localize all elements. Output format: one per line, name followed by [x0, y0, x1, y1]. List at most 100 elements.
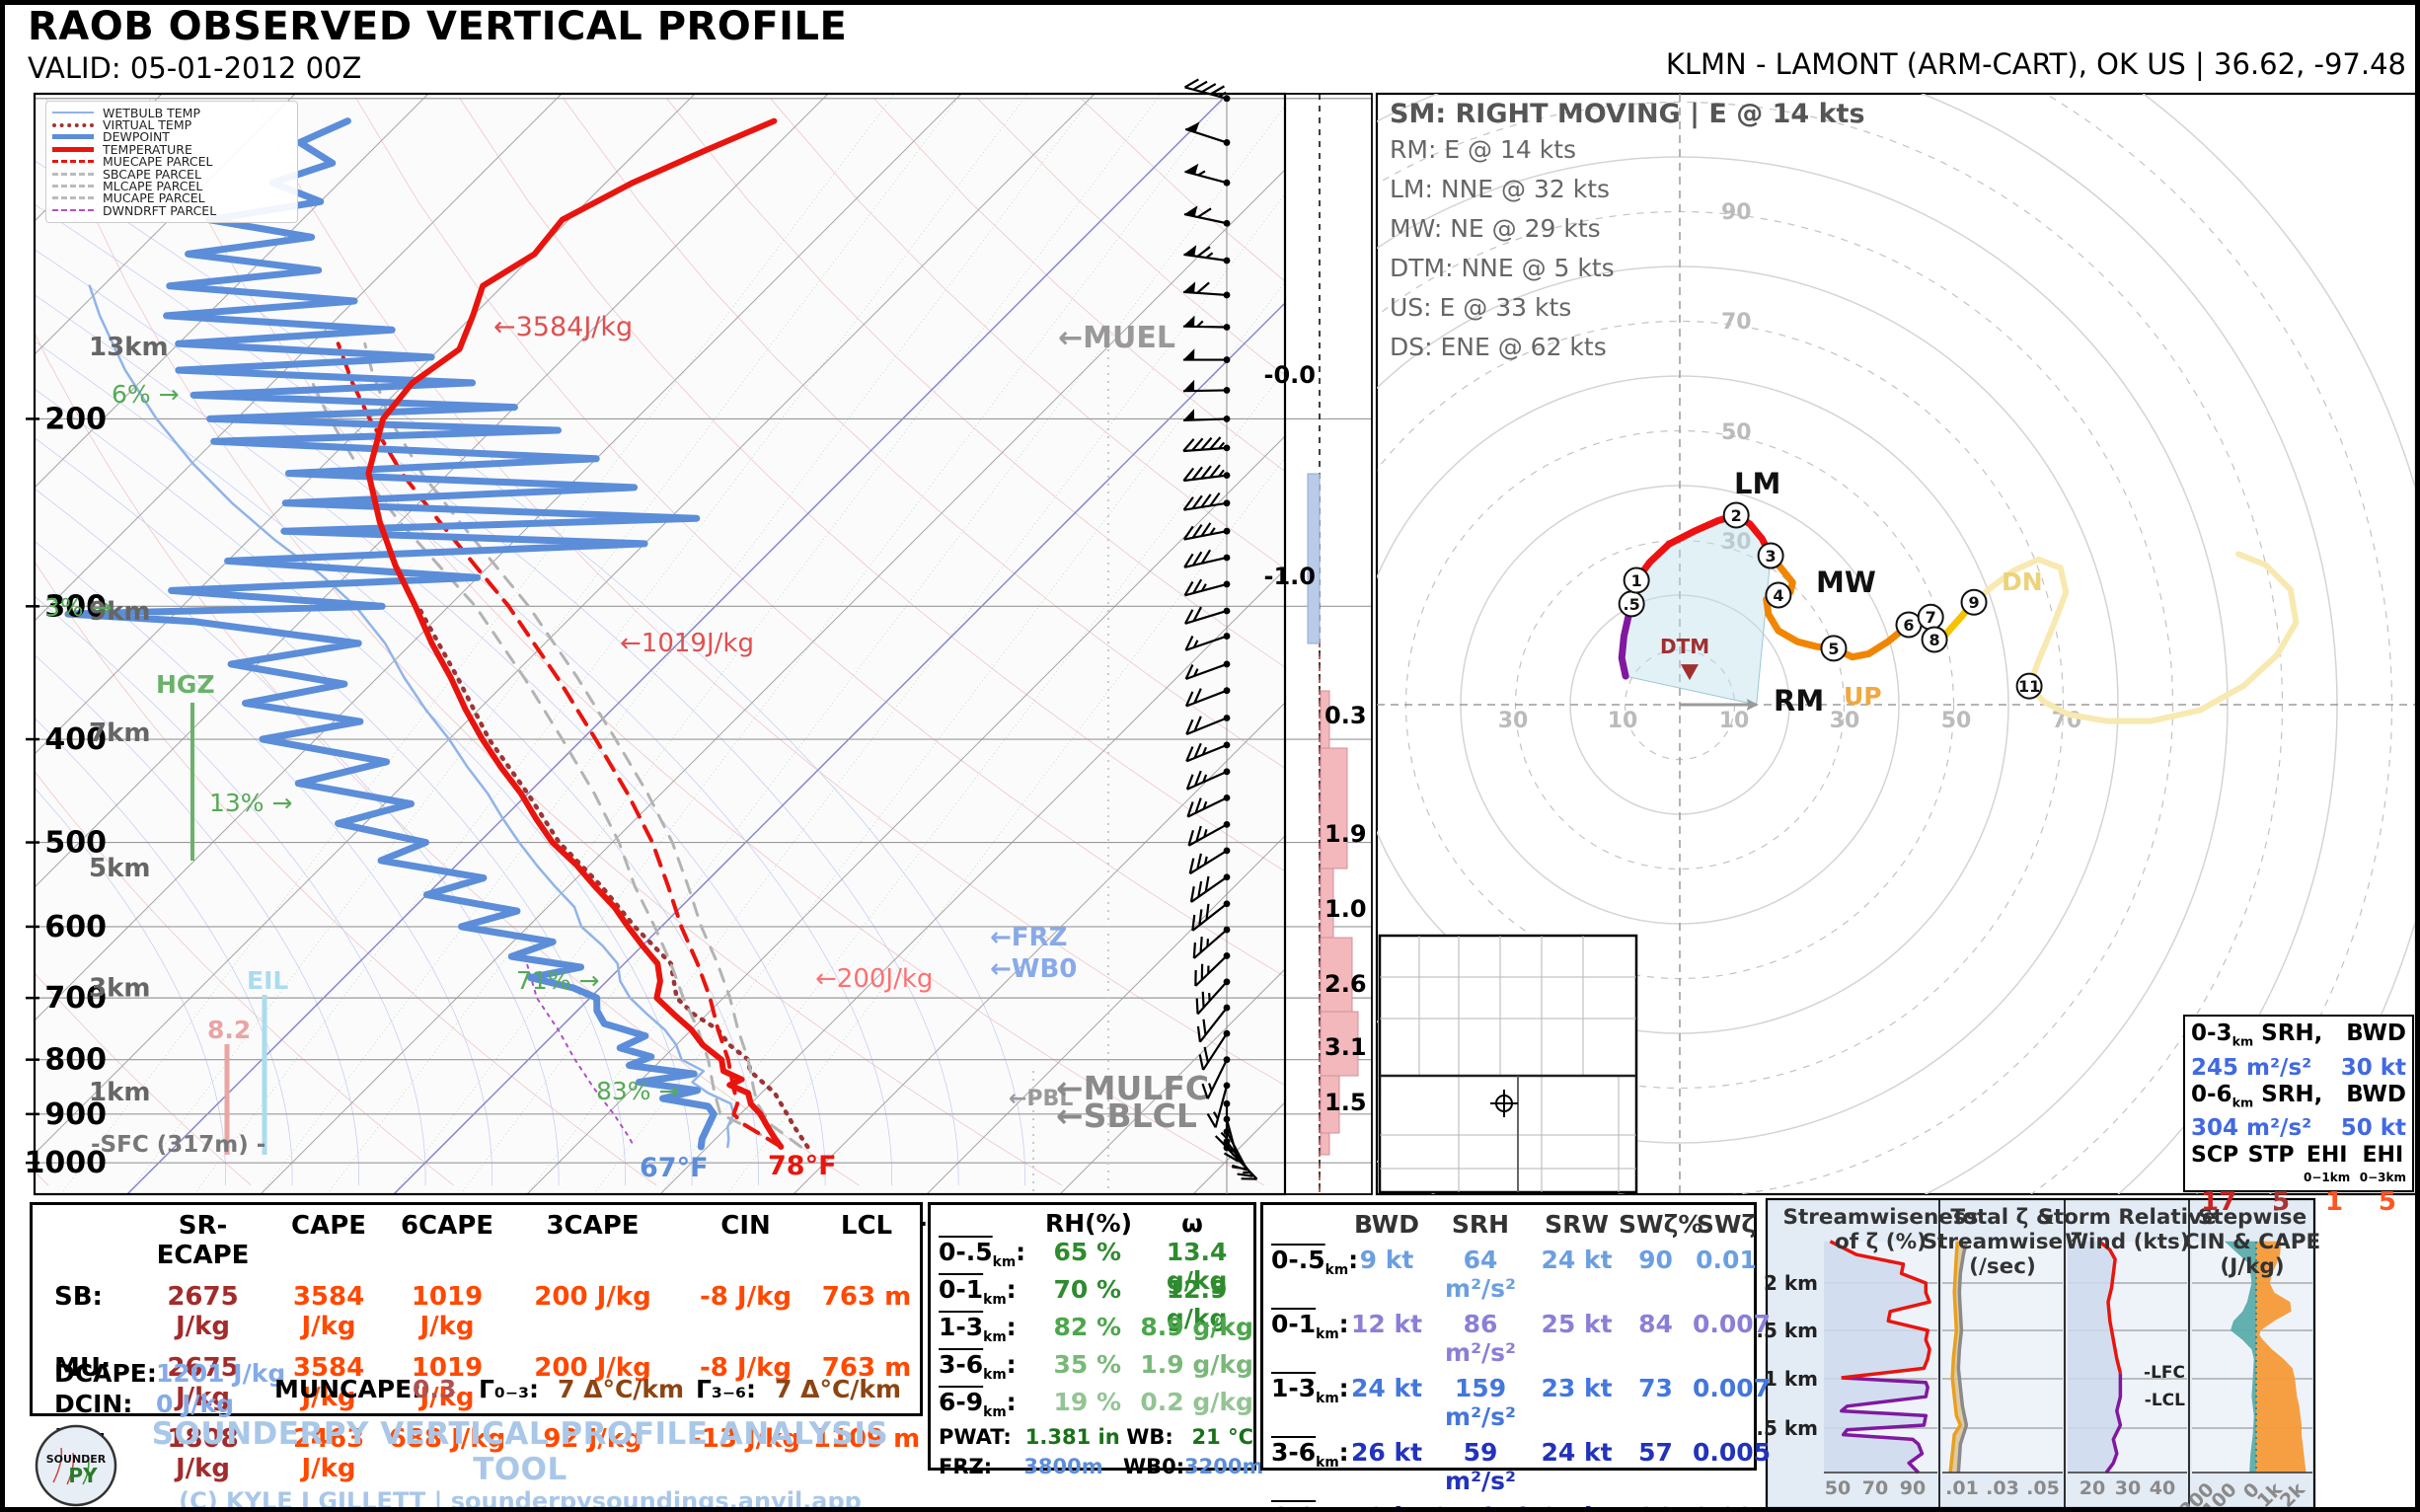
lapse-3-6-value: 7 Δ°C/km: [775, 1375, 901, 1403]
bwd-row: 3-6km:26 kt59 m²/s²24 kt570.005: [1263, 1431, 1754, 1495]
hodo-marker-3: 3: [1759, 544, 1783, 568]
rh-row-label: 6-9km:: [931, 1388, 1034, 1420]
svg-text:5km: 5km: [89, 854, 150, 883]
bwd-value: 0.007: [1693, 1303, 1760, 1367]
legend-line-sample: [52, 185, 94, 188]
thermo-col-header: 6CAPE: [388, 1205, 506, 1270]
lapse-0-3-label: Γ₀₋₃:: [479, 1375, 539, 1403]
bwd-row: 0-1km:12 kt86 m²/s²25 kt840.007: [1263, 1303, 1754, 1367]
footer-credit: (C) KYLE J GILLETT | sounderpysoundings.…: [118, 1487, 922, 1512]
svg-text:-0.0: -0.0: [1264, 361, 1316, 389]
svg-text:←MUEL: ←MUEL: [1058, 321, 1175, 355]
hodo-marker-.5: .5: [1620, 591, 1644, 616]
bwd-value: 86 m²/s²: [1426, 1303, 1535, 1367]
legend-line-sample: [52, 209, 94, 211]
rh-value: 35 %: [1034, 1350, 1140, 1379]
bwd-header: BWDSRHSRWSWζ%SWζ: [1263, 1205, 1754, 1239]
bwd-value: 0.01: [1693, 1239, 1760, 1303]
svg-text:2 km: 2 km: [1764, 1271, 1818, 1295]
hodo-stats-box: 0-3km SRH,BWD245 m²/s²30 kt0-6km SRH,BWD…: [2183, 1015, 2414, 1192]
pwat-value: 1.381 in: [1025, 1425, 1126, 1449]
svg-text:1: 1: [1631, 571, 1642, 590]
svg-text:83% →: 83% →: [596, 1077, 679, 1105]
thermo-value: -8 J/kg: [679, 1270, 812, 1341]
location-inset-map: [1380, 936, 1636, 1192]
svg-text:DN: DN: [2002, 567, 2043, 596]
svg-text:67°F: 67°F: [640, 1153, 709, 1183]
bwd-value: 0.001: [1693, 1495, 1760, 1512]
svg-text:6% →: 6% →: [112, 380, 180, 409]
svg-text:←WB0: ←WB0: [990, 954, 1077, 984]
frz-value: 3800m: [1023, 1455, 1123, 1478]
storm-motion-line: LM: NNE @ 32 kts: [1390, 175, 1865, 203]
svg-text:30: 30: [2115, 1477, 2141, 1499]
svg-text:←FRZ: ←FRZ: [990, 923, 1067, 952]
bwd-value: 64 m²/s²: [1426, 1239, 1535, 1303]
thermo-value: 1019 J/kg: [388, 1270, 506, 1341]
srh-bwd-header2: 0-6km SRH,BWD: [2191, 1082, 2406, 1116]
bwd-row-label: 6-9km:: [1263, 1495, 1347, 1512]
lapse-0-3-value: 7 Δ°C/km: [558, 1375, 684, 1403]
svg-text:.5 km: .5 km: [1756, 1416, 1818, 1440]
bwd-row: 1-3km:24 kt159 m²/s²23 kt730.007: [1263, 1367, 1754, 1431]
thermo-value: 200 J/kg: [506, 1270, 679, 1341]
legend-label: DWNDRFT PARCEL: [103, 203, 216, 218]
svg-text:←3584J/kg: ←3584J/kg: [493, 312, 633, 342]
bwd-col-header: SRH: [1426, 1205, 1535, 1239]
svg-text:13% →: 13% →: [209, 789, 292, 817]
svg-text:5: 5: [1828, 640, 1839, 658]
bwd-row-label: 0-.5km:: [1263, 1239, 1347, 1303]
bwd-row: 6-9km:12 kt9 m²/s²34 kt360.001: [1263, 1495, 1754, 1512]
storm-motion-line: US: E @ 33 kts: [1390, 293, 1865, 322]
svg-text:9: 9: [1968, 593, 1979, 612]
bwd-row-label: 3-6km:: [1263, 1431, 1347, 1495]
scp-value: 17: [2201, 1187, 2236, 1217]
bwd-value: 9 m²/s²: [1426, 1495, 1535, 1512]
svg-text:4: 4: [1773, 586, 1783, 605]
srh-bwd-values2: 304 m²/s²50 kt: [2191, 1115, 2406, 1142]
rh-row-label: 1-3km:: [931, 1313, 1034, 1345]
storm-motion-info: SM: RIGHT MOVING | E @ 14 ktsRM: E @ 14 …: [1390, 99, 1865, 372]
thermo-value: 3584 J/kg: [269, 1270, 388, 1341]
moisture-table: RH(%)ω0-.5km:65 %13.4 g/kg0-1km:70 %12.9…: [928, 1202, 1256, 1471]
svg-text:8.2: 8.2: [207, 1016, 251, 1044]
omega-col-header: ω: [1143, 1209, 1242, 1238]
srh-layer: 0-3: [2191, 1021, 2232, 1046]
figure: 2003004005006007008009001000-20-10010203…: [0, 0, 2420, 1512]
srh-bwd-header: 0-3km SRH,BWD: [2191, 1021, 2406, 1055]
thermo-row: SB:2675 J/kg3584 J/kg1019 J/kg200 J/kg-8…: [33, 1270, 920, 1341]
scp-label: SCP: [2191, 1146, 2238, 1187]
svg-text:8: 8: [1929, 631, 1940, 649]
srh-0-3-value: 245 m²/s²: [2191, 1055, 2311, 1082]
pwat-row: PWAT:1.381 inWB:21 °C: [931, 1425, 1253, 1455]
sounderpy-logo-icon: SOUNDER PY: [34, 1423, 118, 1508]
storm-motion-line: MW: NE @ 29 kts: [1390, 214, 1865, 243]
thermo-header: SR-ECAPECAPE6CAPE3CAPECINLCL: [33, 1205, 920, 1270]
thermo-col-header: SR-ECAPE: [136, 1205, 269, 1270]
bwd-value: 12 kt: [1347, 1303, 1426, 1367]
svg-text:90: 90: [1900, 1477, 1926, 1499]
bwd-row-label: 1-3km:: [1263, 1367, 1347, 1431]
bwd-value: 36: [1619, 1495, 1693, 1512]
rh-row-label: 0-1km:: [931, 1275, 1034, 1308]
svg-text:←SBLCL: ←SBLCL: [1056, 1096, 1197, 1135]
svg-text:20: 20: [2080, 1477, 2105, 1499]
svg-text:2: 2: [1731, 506, 1742, 525]
svg-text:1.9: 1.9: [1324, 820, 1367, 848]
wb-label: WB:: [1126, 1425, 1185, 1449]
svg-text:600: 600: [44, 910, 107, 945]
rh-value: 82 %: [1034, 1313, 1140, 1341]
rh-value: 65 %: [1034, 1238, 1140, 1266]
storm-motion-line: RM: E @ 14 kts: [1390, 135, 1865, 164]
rh-col-header: RH(%): [1034, 1209, 1143, 1238]
muncape-label: MUNCAPE:: [274, 1375, 421, 1403]
rh-value: 19 %: [1034, 1388, 1140, 1416]
svg-text:-1.0: -1.0: [1264, 563, 1316, 590]
legend-line-sample: [52, 134, 94, 139]
bwd-value: 12 kt: [1347, 1495, 1426, 1512]
legend-item: DWNDRFT PARCEL: [52, 204, 291, 216]
rh-row: 6-9km:19 %0.2 g/kg: [931, 1388, 1253, 1425]
bwd-row: 0-.5km:9 kt64 m²/s²24 kt900.01: [1263, 1239, 1754, 1303]
bwd-value: 0.007: [1693, 1367, 1760, 1431]
svg-text:3km: 3km: [89, 973, 150, 1003]
